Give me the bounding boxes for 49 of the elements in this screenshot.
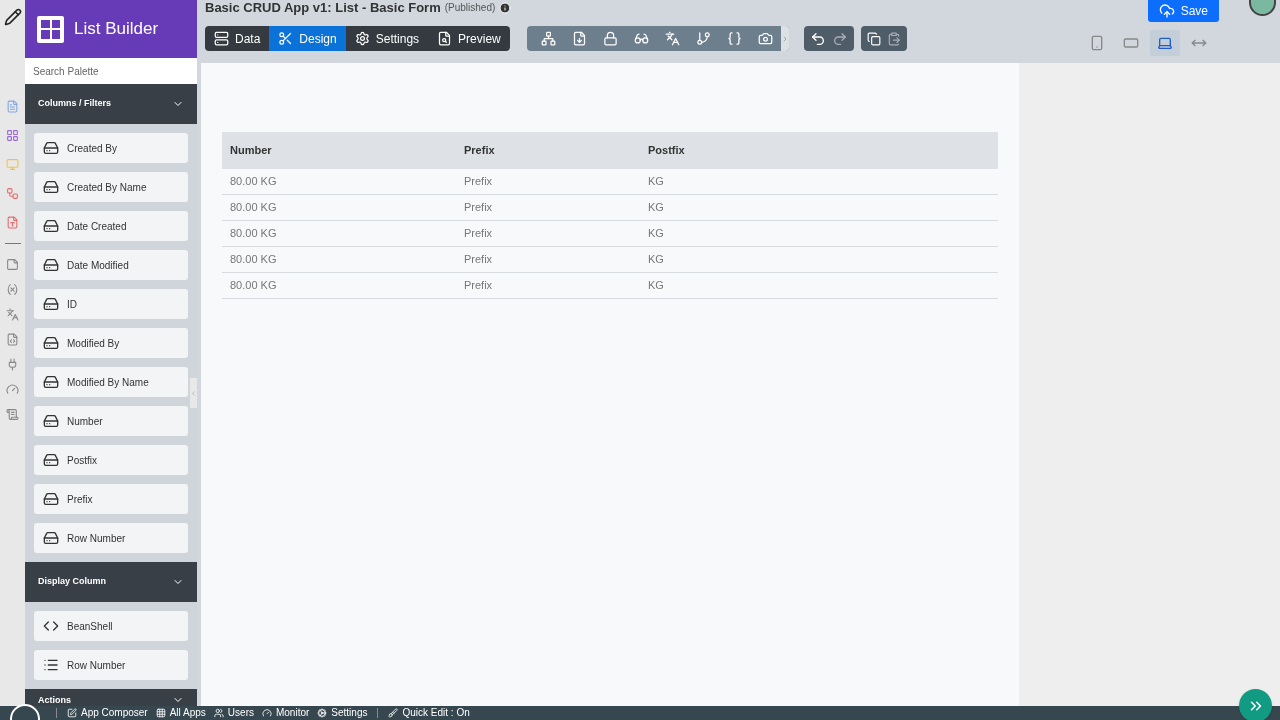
tab[interactable]: Settings	[345, 26, 429, 51]
table-cell-text: 80.00 KG	[229, 200, 278, 216]
palette-item[interactable]: BeanShell	[34, 611, 188, 641]
search-field[interactable]: Search Palette	[25, 58, 197, 84]
bottom-bar-link[interactable]: Quick Edit : On	[388, 708, 470, 718]
table-cell-text: KG	[647, 226, 665, 242]
palette-item[interactable]: Created By	[34, 133, 188, 163]
table-cell-text: KG	[647, 278, 665, 294]
palette-item[interactable]: Row Number	[34, 523, 188, 553]
palette-item[interactable]: Row Number	[34, 650, 188, 680]
table-cell-text: KG	[647, 252, 665, 268]
tab[interactable]: Design	[269, 26, 346, 51]
bottom-bar-link[interactable]: Users	[213, 708, 254, 718]
bottom-bar-link[interactable]: Settings	[317, 708, 368, 718]
bottom-bar-link[interactable]: App Composer	[67, 708, 148, 718]
column-header[interactable]: Prefix	[456, 142, 640, 159]
tab[interactable]: Data	[205, 26, 270, 51]
bottom-bar-link[interactable]: All Apps	[155, 708, 206, 718]
palette-item[interactable]: Modified By Name	[34, 367, 188, 397]
palette-item[interactable]: Date Created	[34, 211, 188, 241]
table-cell-text: 80.00 KG	[229, 226, 278, 242]
palette-item[interactable]: Created By Name	[34, 172, 188, 202]
app-title: List Builder	[74, 18, 159, 41]
palette-item[interactable]: Date Modified	[34, 250, 188, 280]
save-button[interactable]: Save	[1147, 0, 1219, 22]
table-cell-text: Prefix	[463, 252, 494, 268]
table-cell-text: 80.00 KG	[229, 174, 278, 190]
palette-item[interactable]: Prefix	[34, 484, 188, 514]
table-cell-text: Prefix	[463, 278, 494, 294]
palette-item[interactable]: Number	[34, 406, 188, 436]
palette-item[interactable]: Modified By	[34, 328, 188, 358]
palette-item[interactable]: Postfix	[34, 445, 188, 475]
table-cell-text: KG	[647, 174, 665, 190]
section-header[interactable]: Actions	[25, 689, 197, 706]
status-label: (Published)	[444, 1, 496, 15]
table-cell-text: 80.00 KG	[229, 252, 278, 268]
table-cell-text: Prefix	[463, 200, 494, 216]
section-header[interactable]: Columns / Filters	[25, 84, 197, 124]
table-cell-text: Prefix	[463, 226, 494, 242]
table-cell-text: Prefix	[463, 174, 494, 190]
table-cell-text: KG	[647, 200, 665, 216]
form-title: Basic CRUD App v1: List - Basic Form	[205, 0, 441, 17]
palette-item[interactable]: ID	[34, 289, 188, 319]
bottom-bar-link[interactable]: Monitor	[261, 708, 310, 718]
column-header[interactable]: Number	[222, 142, 456, 159]
section-header[interactable]: Display Column	[25, 562, 197, 602]
column-header[interactable]: Postfix	[640, 142, 998, 159]
tab[interactable]: Preview	[428, 26, 510, 51]
table-cell-text: 80.00 KG	[229, 278, 278, 294]
